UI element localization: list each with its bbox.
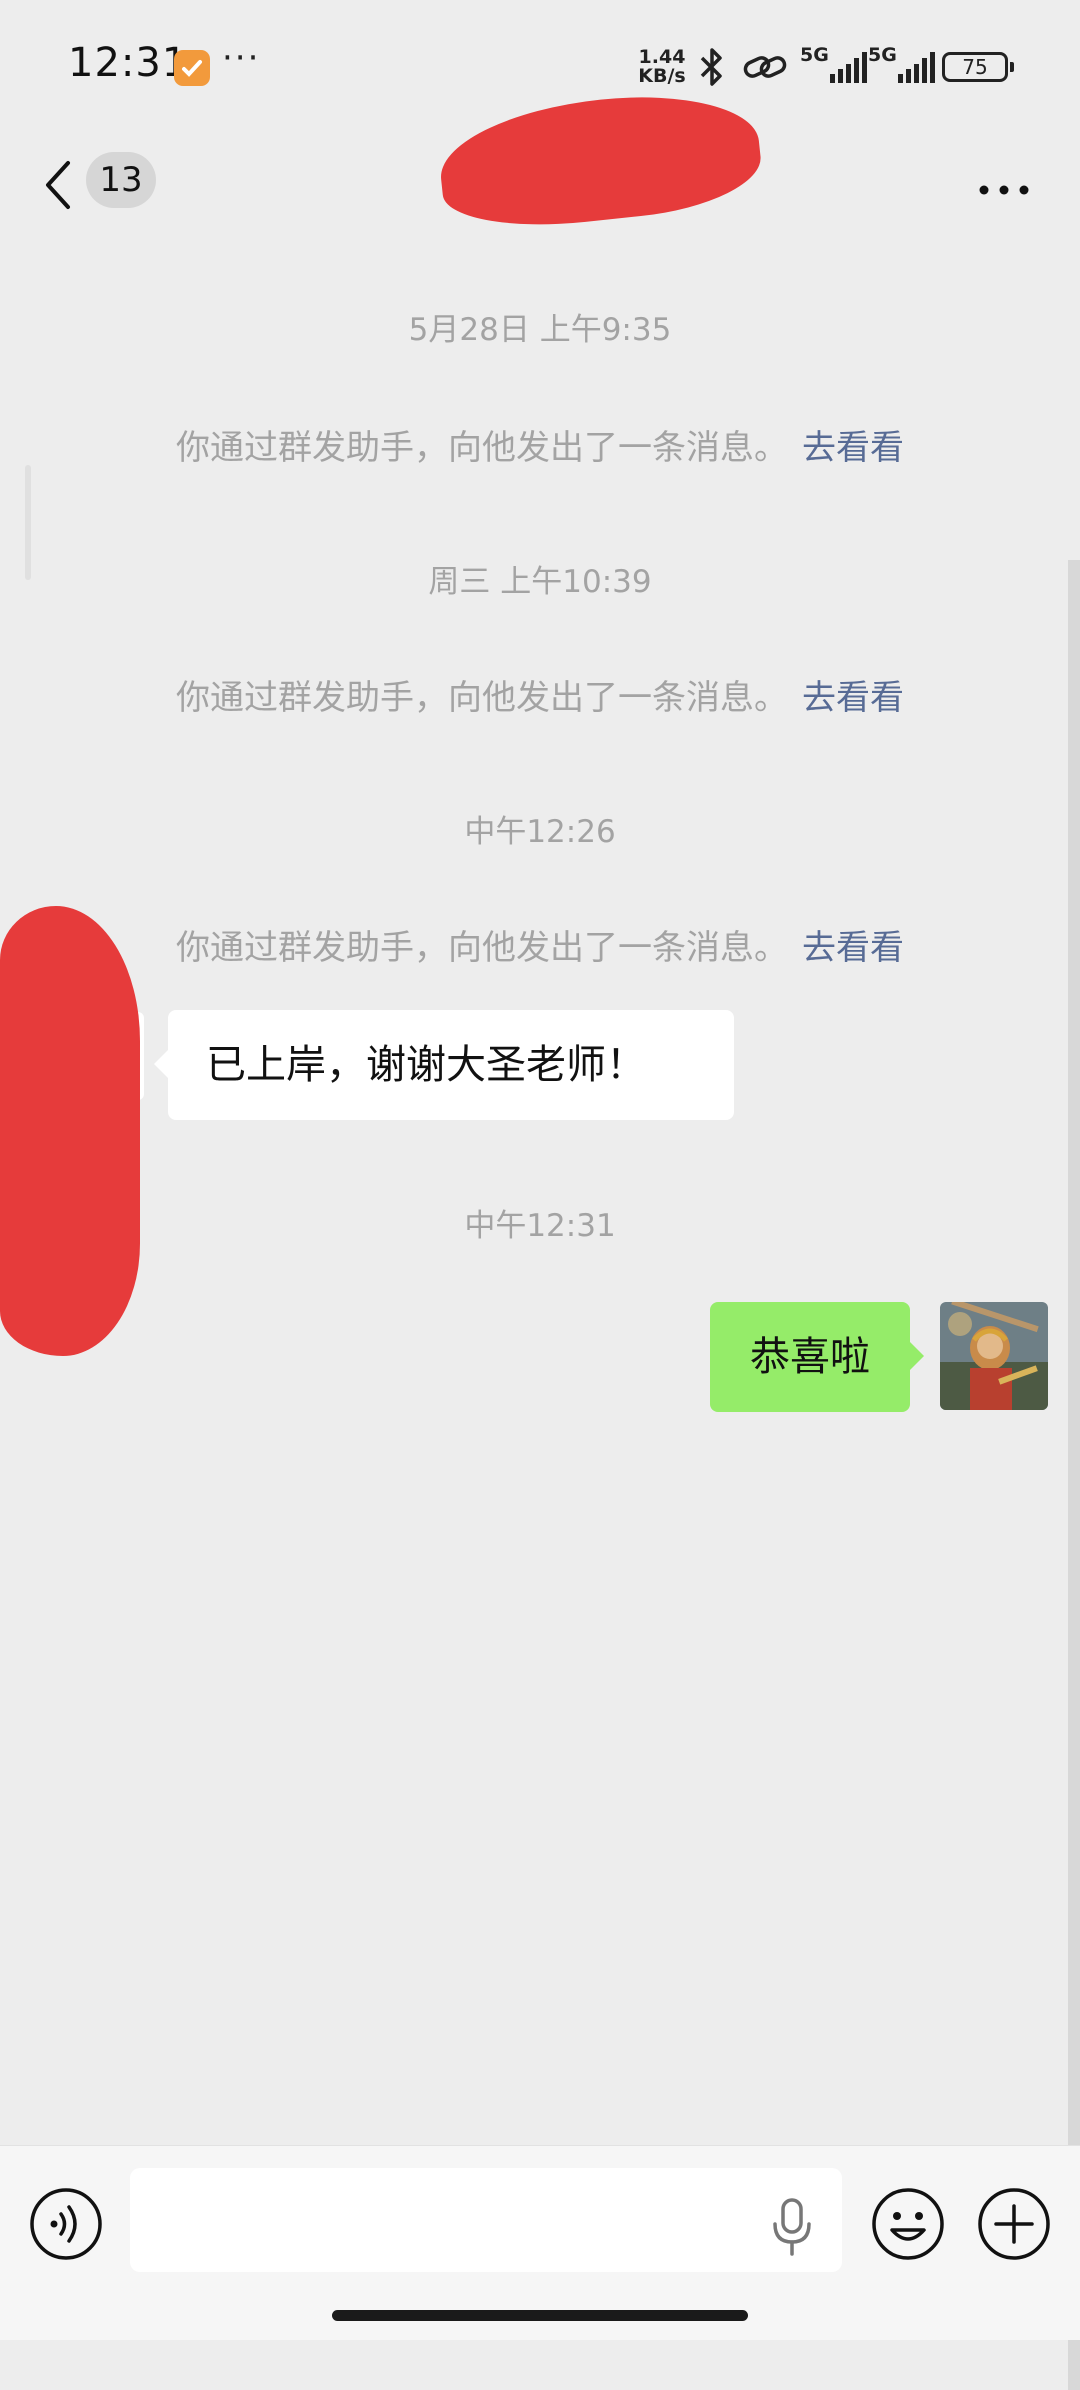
my-avatar[interactable]	[940, 1302, 1048, 1410]
system-notice: 你通过群发助手，向他发出了一条消息。 去看看	[0, 420, 1080, 469]
redacted-contact-avatar	[0, 906, 140, 1356]
message-timestamp: 周三 上午10:39	[428, 564, 652, 600]
emoji-icon[interactable]	[870, 2186, 946, 2262]
message-input[interactable]	[130, 2168, 842, 2272]
input-toolbar	[0, 2145, 1080, 2340]
home-indicator[interactable]	[332, 2310, 748, 2321]
bluetooth-icon	[694, 46, 730, 92]
more-notifications-icon: ···	[222, 38, 261, 78]
system-notice: 你通过群发助手，向他发出了一条消息。 去看看	[0, 920, 1080, 969]
message-timestamp: 中午12:31	[464, 1208, 616, 1244]
message-list[interactable]: 5月28日 上午9:35 你通过群发助手，向他发出了一条消息。 去看看 周三 上午…	[0, 260, 1080, 2390]
back-arrow-icon[interactable]	[40, 155, 80, 215]
add-more-icon[interactable]	[976, 2186, 1052, 2262]
message-timestamp: 5月28日 上午9:35	[408, 312, 672, 348]
incoming-message-bubble[interactable]: 已上岸，谢谢大圣老师！	[154, 1010, 734, 1120]
microphone-icon[interactable]	[770, 2196, 814, 2258]
system-notice-text: 你通过群发助手，向他发出了一条消息。	[176, 428, 788, 468]
system-notice: 你通过群发助手，向他发出了一条消息。 去看看	[0, 670, 1080, 719]
message-timestamp: 中午12:26	[464, 814, 616, 850]
unread-count-badge[interactable]: 13	[86, 152, 156, 208]
system-notice-text: 你通过群发助手，向他发出了一条消息。	[176, 928, 788, 968]
battery-level: 75	[962, 55, 988, 79]
link-icon	[742, 46, 788, 92]
view-broadcast-link[interactable]: 去看看	[802, 928, 904, 968]
voice-input-toggle-icon[interactable]	[28, 2186, 104, 2262]
network-speed: 1.44 KB/s	[632, 48, 692, 86]
view-broadcast-link[interactable]: 去看看	[802, 428, 904, 468]
network-speed-unit: KB/s	[638, 65, 686, 87]
system-notice-text: 你通过群发助手，向他发出了一条消息。	[176, 678, 788, 718]
outgoing-message-bubble[interactable]: 恭喜啦	[710, 1302, 924, 1412]
battery-icon: 75	[942, 52, 1014, 82]
more-options-icon[interactable]	[976, 170, 1032, 210]
view-broadcast-link[interactable]: 去看看	[802, 678, 904, 718]
status-time: 12:31	[68, 40, 189, 86]
app-notification-icon	[174, 50, 210, 86]
